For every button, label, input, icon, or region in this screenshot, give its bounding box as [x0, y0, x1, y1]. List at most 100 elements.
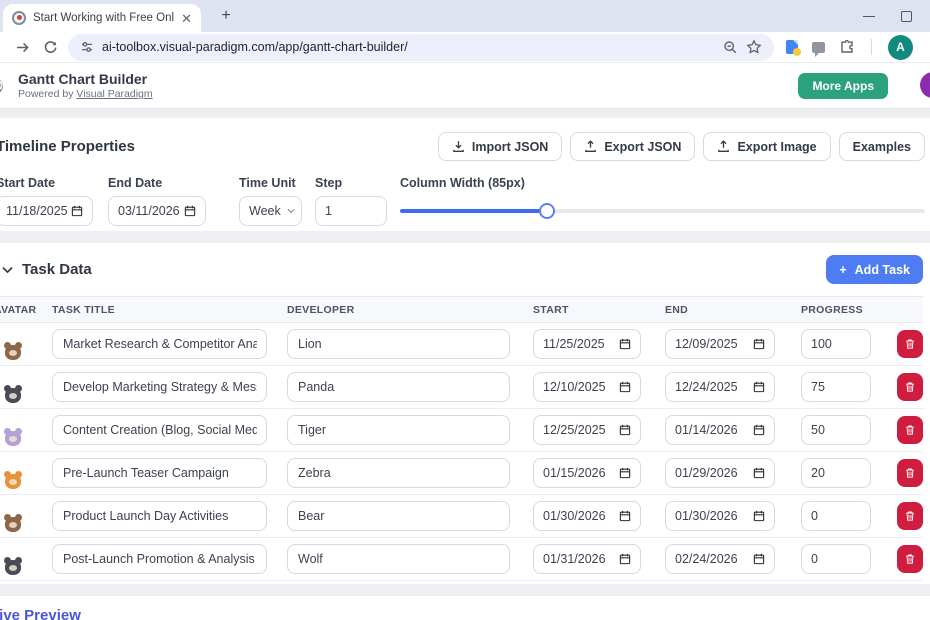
progress-value: 100: [811, 337, 861, 351]
window-minimize-button[interactable]: [863, 16, 875, 17]
progress-input[interactable]: 75: [801, 372, 871, 402]
collapse-chevron-icon[interactable]: [2, 266, 13, 274]
upload-icon: [584, 140, 597, 153]
col-avatar: AVATAR: [0, 304, 52, 316]
developer-input[interactable]: Tiger: [287, 415, 510, 445]
more-apps-button[interactable]: More Apps: [798, 73, 888, 99]
delete-task-button[interactable]: [897, 545, 923, 573]
start-date-input[interactable]: 01/31/2026: [533, 544, 641, 574]
task-title-input[interactable]: Content Creation (Blog, Social Media, Vi…: [52, 415, 267, 445]
add-task-button[interactable]: + Add Task: [826, 255, 923, 284]
section-divider: [0, 584, 930, 596]
examples-label: Examples: [853, 140, 911, 154]
calendar-icon[interactable]: [753, 510, 765, 522]
extension-chat-icon[interactable]: [812, 42, 825, 53]
time-unit-value: Week: [249, 204, 281, 218]
url-bar[interactable]: ai-toolbox.visual-paradigm.com/app/gantt…: [68, 34, 774, 61]
task-title-input[interactable]: Develop Marketing Strategy & Messaging: [52, 372, 267, 402]
delete-task-button[interactable]: [897, 416, 923, 444]
calendar-icon[interactable]: [619, 553, 631, 565]
calendar-icon[interactable]: [753, 381, 765, 393]
app-profile-avatar[interactable]: [920, 72, 930, 98]
end-date-input[interactable]: 01/30/2026: [665, 501, 775, 531]
progress-input[interactable]: 100: [801, 329, 871, 359]
calendar-icon[interactable]: [753, 467, 765, 479]
task-title-input[interactable]: Pre-Launch Teaser Campaign: [52, 458, 267, 488]
calendar-icon[interactable]: [753, 424, 765, 436]
calendar-icon[interactable]: [619, 381, 631, 393]
developer-input[interactable]: Lion: [287, 329, 510, 359]
developer-input[interactable]: Bear: [287, 501, 510, 531]
trash-icon: [904, 381, 916, 393]
new-tab-button[interactable]: +: [216, 6, 236, 26]
developer-input[interactable]: Panda: [287, 372, 510, 402]
tab-close-icon[interactable]: ✕: [181, 12, 192, 25]
visual-paradigm-link[interactable]: Visual Paradigm: [76, 88, 152, 100]
export-image-button[interactable]: Export Image: [703, 132, 830, 161]
table-row: Market Research & Competitor Analysis Li…: [0, 323, 923, 366]
calendar-icon[interactable]: [619, 424, 631, 436]
progress-input[interactable]: 50: [801, 415, 871, 445]
export-json-label: Export JSON: [604, 140, 681, 154]
task-title-input[interactable]: Product Launch Day Activities: [52, 501, 267, 531]
calendar-icon[interactable]: [619, 510, 631, 522]
examples-button[interactable]: Examples: [839, 132, 925, 161]
step-input[interactable]: 1: [315, 196, 387, 226]
start-date-input[interactable]: 11/25/2025: [533, 329, 641, 359]
end-date-input[interactable]: 12/24/2025: [665, 372, 775, 402]
site-favicon-icon: [12, 11, 26, 25]
column-width-slider[interactable]: [400, 196, 925, 226]
table-row: Product Launch Day Activities Bear 01/30…: [0, 495, 923, 538]
table-row: Pre-Launch Teaser Campaign Zebra 01/15/2…: [0, 452, 923, 495]
delete-task-button[interactable]: [897, 373, 923, 401]
add-task-label: Add Task: [855, 263, 910, 277]
progress-input[interactable]: 0: [801, 501, 871, 531]
calendar-icon[interactable]: [619, 467, 631, 479]
start-date-input[interactable]: 01/15/2026: [533, 458, 641, 488]
extensions-puzzle-icon[interactable]: [839, 39, 855, 55]
progress-input[interactable]: 20: [801, 458, 871, 488]
calendar-icon[interactable]: [619, 338, 631, 350]
start-date-input[interactable]: 12/10/2025: [533, 372, 641, 402]
developer-input[interactable]: Zebra: [287, 458, 510, 488]
zoom-out-icon[interactable]: [723, 40, 738, 55]
developer-value: Zebra: [298, 466, 500, 480]
toolbar-divider: [871, 39, 872, 55]
calendar-icon[interactable]: [184, 205, 196, 217]
start-date-input[interactable]: 01/30/2026: [533, 501, 641, 531]
progress-input[interactable]: 0: [801, 544, 871, 574]
browser-tab[interactable]: Start Working with Free Online ✕: [3, 4, 201, 32]
end-date-label: End Date: [108, 176, 206, 190]
extension-docs-icon[interactable]: [786, 40, 798, 54]
end-date-input[interactable]: 01/29/2026: [665, 458, 775, 488]
calendar-icon[interactable]: [753, 553, 765, 565]
task-title-input[interactable]: Market Research & Competitor Analysis: [52, 329, 267, 359]
end-date-input[interactable]: 03/11/2026: [108, 196, 206, 226]
bookmark-star-icon[interactable]: [746, 39, 762, 55]
developer-input[interactable]: Wolf: [287, 544, 510, 574]
export-json-button[interactable]: Export JSON: [570, 132, 695, 161]
import-json-button[interactable]: Import JSON: [438, 132, 562, 161]
end-date-input[interactable]: 02/24/2026: [665, 544, 775, 574]
slider-thumb[interactable]: [539, 203, 555, 219]
app-header: Gantt Chart Builder Powered by Visual Pa…: [0, 63, 930, 109]
slider-track[interactable]: [400, 209, 925, 213]
browser-profile-avatar[interactable]: A: [888, 35, 913, 60]
start-date-input[interactable]: 11/18/2025: [0, 196, 93, 226]
delete-task-button[interactable]: [897, 502, 923, 530]
task-data-heading: Task Data: [22, 261, 92, 278]
end-date-input[interactable]: 12/09/2025: [665, 329, 775, 359]
reload-button[interactable]: [36, 33, 64, 61]
calendar-icon[interactable]: [71, 205, 83, 217]
calendar-icon[interactable]: [753, 338, 765, 350]
delete-task-button[interactable]: [897, 459, 923, 487]
start-date-input[interactable]: 12/25/2025: [533, 415, 641, 445]
time-unit-select[interactable]: Week: [239, 196, 302, 226]
site-settings-icon[interactable]: [80, 40, 94, 54]
end-date-input[interactable]: 01/14/2026: [665, 415, 775, 445]
task-title-value: Product Launch Day Activities: [63, 509, 257, 523]
task-title-input[interactable]: Post-Launch Promotion & Analysis: [52, 544, 267, 574]
forward-button[interactable]: [8, 33, 36, 61]
delete-task-button[interactable]: [897, 330, 923, 358]
window-maximize-button[interactable]: [901, 11, 912, 22]
